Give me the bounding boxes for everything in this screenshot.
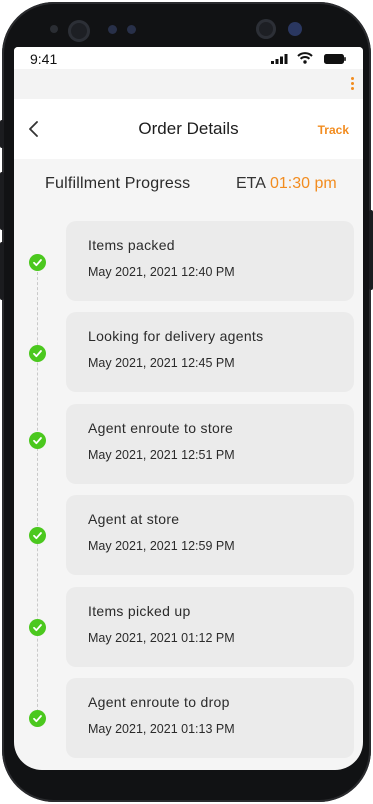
step-timestamp: May 2021, 2021 01:12 PM bbox=[88, 631, 235, 645]
kebab-menu-icon[interactable] bbox=[349, 77, 355, 93]
mute-switch bbox=[0, 120, 4, 148]
page-title: Order Details bbox=[138, 119, 239, 138]
timeline-step-card: Agent enroute to store May 2021, 2021 12… bbox=[66, 404, 354, 484]
track-button[interactable]: Track bbox=[318, 123, 349, 137]
sensor-dot bbox=[108, 25, 117, 34]
check-circle-icon bbox=[29, 619, 46, 636]
app-header: Order Details Track bbox=[14, 99, 363, 159]
step-timestamp: May 2021, 2021 01:13 PM bbox=[88, 722, 235, 736]
sensor-dot bbox=[50, 25, 58, 33]
power-button bbox=[369, 210, 373, 290]
screen: 9:41 Order Details Track Fulfillment Pro… bbox=[14, 47, 363, 770]
timeline-step-card: Items packed May 2021, 2021 12:40 PM bbox=[66, 221, 354, 301]
timeline-step-card: Items picked up May 2021, 2021 01:12 PM bbox=[66, 587, 354, 667]
phone-frame: 9:41 Order Details Track Fulfillment Pro… bbox=[0, 2, 373, 802]
wifi-icon bbox=[297, 52, 313, 64]
volume-down-button bbox=[0, 242, 4, 300]
eta-label: ETA bbox=[236, 175, 266, 192]
timeline-connector bbox=[37, 262, 38, 722]
signal-icon bbox=[271, 54, 288, 64]
check-circle-icon bbox=[29, 345, 46, 362]
eta-time: 01:30 pm bbox=[270, 175, 337, 192]
sensor-dot bbox=[127, 25, 136, 34]
step-name: Agent enroute to drop bbox=[88, 694, 230, 710]
step-timestamp: May 2021, 2021 12:45 PM bbox=[88, 356, 235, 370]
timeline-step-card: Agent enroute to drop May 2021, 2021 01:… bbox=[66, 678, 354, 758]
front-camera bbox=[68, 20, 90, 42]
step-name: Agent at store bbox=[88, 511, 180, 527]
volume-up-button bbox=[0, 172, 4, 230]
step-timestamp: May 2021, 2021 12:51 PM bbox=[88, 448, 235, 462]
battery-icon bbox=[324, 54, 346, 64]
check-circle-icon bbox=[29, 527, 46, 544]
top-strip bbox=[14, 69, 363, 99]
progress-title: Fulfillment Progress bbox=[45, 175, 191, 192]
status-time: 9:41 bbox=[30, 51, 58, 67]
check-circle-icon bbox=[29, 710, 46, 727]
step-name: Items packed bbox=[88, 237, 175, 253]
step-timestamp: May 2021, 2021 12:40 PM bbox=[88, 265, 235, 279]
step-name: Looking for delivery agents bbox=[88, 328, 264, 344]
step-name: Items picked up bbox=[88, 603, 191, 619]
timeline-step-card: Agent at store May 2021, 2021 12:59 PM bbox=[66, 495, 354, 575]
check-circle-icon bbox=[29, 432, 46, 449]
status-bar: 9:41 bbox=[14, 47, 363, 69]
face-id-sensor bbox=[256, 19, 276, 39]
timeline-step-card: Looking for delivery agents May 2021, 20… bbox=[66, 312, 354, 392]
check-circle-icon bbox=[29, 254, 46, 271]
step-name: Agent enroute to store bbox=[88, 420, 234, 436]
step-timestamp: May 2021, 2021 12:59 PM bbox=[88, 539, 235, 553]
proximity-sensor bbox=[288, 22, 302, 36]
